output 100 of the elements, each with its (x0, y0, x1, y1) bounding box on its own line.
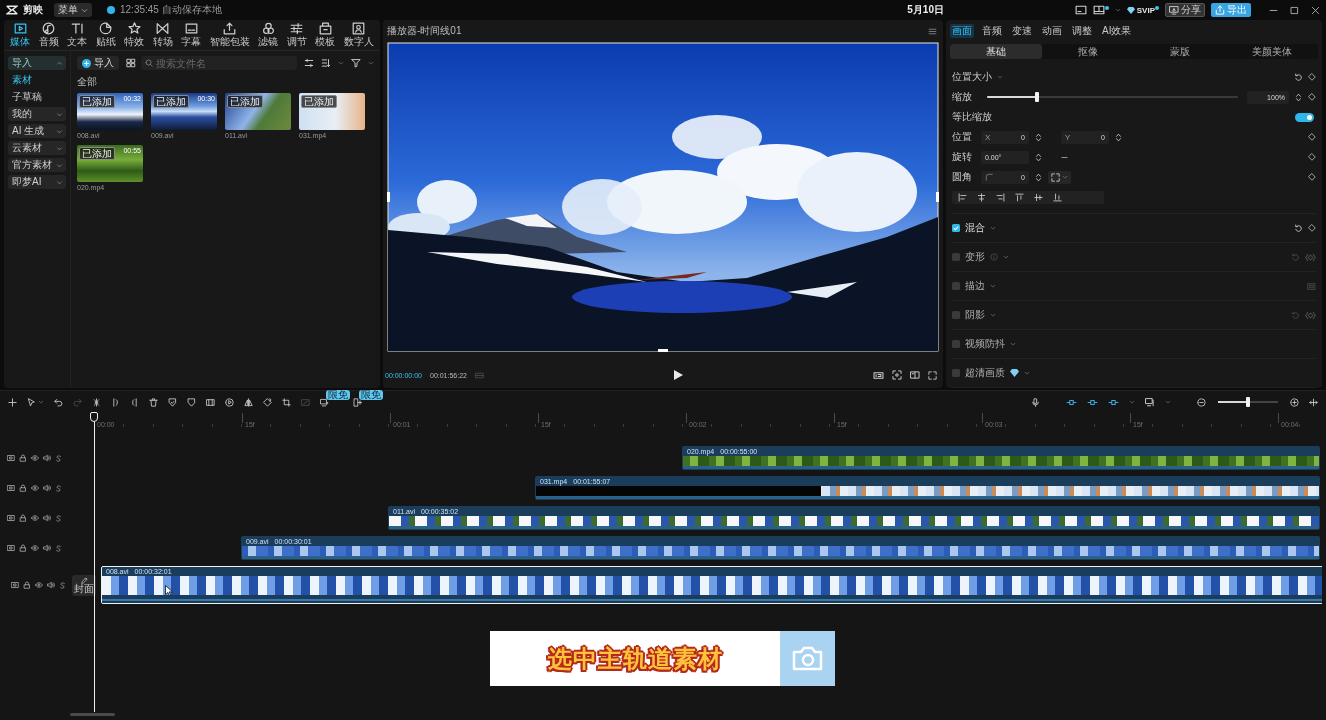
frame-toggle-icon[interactable] (7, 544, 15, 552)
category-dropdown[interactable]: 我的 (8, 107, 66, 121)
category-dropdown[interactable]: 导入 (8, 56, 66, 70)
frame-toggle-icon[interactable] (7, 454, 15, 462)
lock-icon[interactable] (19, 514, 27, 522)
lock-icon[interactable] (23, 581, 31, 589)
toggle-switch[interactable] (1295, 112, 1314, 122)
resize-handle[interactable] (658, 349, 668, 352)
checkbox[interactable] (952, 311, 960, 319)
fit-width-icon[interactable] (1309, 397, 1318, 407)
keyframe-icon[interactable] (1308, 173, 1316, 181)
media-tab[interactable]: 媒体 (10, 22, 30, 47)
media-tab[interactable]: 数字人 (343, 22, 374, 47)
checkbox[interactable] (952, 340, 960, 348)
speaker-icon[interactable] (43, 544, 51, 552)
stepper-icon[interactable] (1034, 152, 1043, 162)
sidebar-item[interactable]: 素材 (8, 73, 66, 87)
eye-icon[interactable] (31, 484, 39, 492)
inspector-tab[interactable]: 画面 (950, 24, 974, 38)
inspector-subtab[interactable]: 蒙版 (1134, 44, 1226, 59)
frame-toggle-icon[interactable] (11, 581, 19, 589)
inspector-tab[interactable]: 调整 (1070, 24, 1094, 38)
media-tab[interactable]: 智能包装 (209, 22, 250, 47)
media-tab[interactable]: 音频 (38, 22, 59, 47)
close-icon[interactable] (1311, 5, 1320, 15)
aspect-ratio-icon[interactable] (873, 369, 884, 381)
grid-icon[interactable] (126, 58, 136, 68)
shield-check-icon[interactable] (168, 397, 177, 407)
monitor-icon[interactable] (1145, 397, 1155, 407)
media-tab[interactable]: 滤镜 (258, 22, 279, 47)
align-left-icon[interactable] (958, 192, 967, 202)
plus-icon[interactable] (8, 397, 17, 407)
corner-mode-dropdown[interactable] (1048, 170, 1071, 184)
mirror-icon[interactable] (244, 397, 253, 407)
share-screen-icon[interactable] (1169, 5, 1179, 15)
media-tab[interactable]: 字幕 (181, 22, 202, 47)
inspector-tab[interactable]: 音频 (980, 24, 1004, 38)
speaker-icon[interactable] (43, 454, 51, 462)
checkbox[interactable] (952, 282, 960, 290)
align-bottom-icon[interactable] (1053, 192, 1062, 202)
inspector-subtab[interactable]: 基础 (950, 44, 1042, 59)
crop-icon[interactable] (282, 397, 291, 407)
curve-icon[interactable] (55, 514, 62, 522)
keyframe-icon[interactable] (1308, 153, 1316, 161)
stepper-icon[interactable] (1114, 132, 1123, 142)
menu-icon[interactable] (928, 26, 937, 36)
sort-icon[interactable] (304, 58, 314, 68)
phone-plus-icon[interactable] (353, 397, 362, 407)
maximize-icon[interactable] (1290, 5, 1299, 15)
slider-thumb[interactable] (1246, 397, 1250, 407)
compare-icon[interactable] (910, 370, 920, 380)
curve-icon[interactable] (55, 454, 62, 462)
stepper-icon[interactable] (1034, 132, 1043, 142)
trash-icon[interactable] (149, 397, 158, 407)
photo-placeholder[interactable]: 已添加 (225, 93, 291, 130)
stepper-icon[interactable] (1294, 92, 1303, 102)
film-icon[interactable] (206, 397, 215, 407)
media-tab[interactable]: 贴纸 (95, 22, 116, 47)
inspector-tab[interactable]: 变速 (1010, 24, 1034, 38)
screen-edit-icon[interactable] (320, 397, 329, 407)
inspector-tab[interactable]: 动画 (1040, 24, 1064, 38)
checkbox[interactable] (952, 253, 960, 261)
split-icon[interactable] (92, 397, 101, 407)
layout-icon[interactable] (1074, 4, 1087, 16)
inspector-tab[interactable]: AI效果 (1100, 24, 1134, 38)
keyframe-icon[interactable] (1308, 133, 1316, 141)
category-dropdown[interactable]: 官方素材 (8, 158, 66, 172)
layout-split-icon[interactable] (1092, 4, 1105, 16)
eye-icon[interactable] (31, 454, 39, 462)
photo-placeholder[interactable]: 已添加 (299, 93, 365, 130)
align-middle-icon[interactable] (1034, 192, 1043, 202)
cursor-icon[interactable] (27, 397, 36, 407)
align-right-icon[interactable] (996, 192, 1005, 202)
cover-button[interactable]: 封面 (72, 574, 96, 596)
funnel-icon[interactable] (351, 58, 361, 68)
scrollbar-thumb[interactable] (70, 713, 115, 716)
split-right-icon[interactable] (130, 397, 139, 407)
resize-handle[interactable] (387, 192, 390, 202)
lock-icon[interactable] (19, 544, 27, 552)
eye-icon[interactable] (31, 514, 39, 522)
category-dropdown[interactable]: 即梦AI (8, 175, 66, 189)
lock-icon[interactable] (19, 484, 27, 492)
focus-frame-icon[interactable] (892, 370, 902, 380)
resize-handle[interactable] (936, 192, 939, 202)
checkbox[interactable] (952, 224, 960, 232)
zoom-in-icon[interactable] (1290, 397, 1299, 407)
chevron-down-icon[interactable] (81, 6, 88, 14)
inspector-subtab[interactable]: 抠像 (1042, 44, 1134, 59)
curve-icon[interactable] (59, 581, 66, 589)
curve-icon[interactable] (55, 484, 62, 492)
stepper-icon[interactable] (1034, 172, 1043, 182)
slider-thumb[interactable] (1035, 92, 1040, 102)
zoom-out-icon[interactable] (1197, 397, 1206, 407)
inspector-subtab[interactable]: 美颜美体 (1226, 44, 1318, 59)
menu-dropdown[interactable]: 菜单 (54, 3, 92, 17)
media-tab[interactable]: 特效 (124, 22, 145, 47)
media-tab[interactable]: 转场 (152, 22, 173, 47)
speaker-icon[interactable] (47, 581, 55, 589)
undo-icon[interactable] (54, 397, 63, 407)
frame-toggle-icon[interactable] (7, 484, 15, 492)
